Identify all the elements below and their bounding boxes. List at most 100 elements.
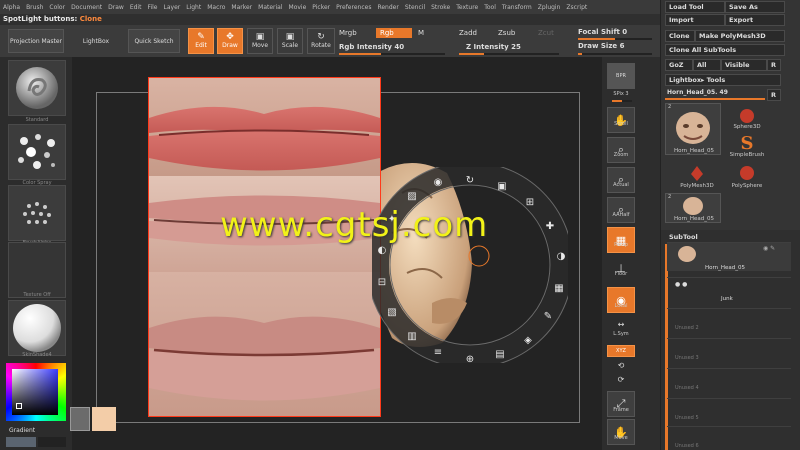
visible-button[interactable]: Visible [721, 59, 767, 71]
menu-edit[interactable]: Edit [130, 4, 142, 11]
lightbox-tools-button[interactable]: Lightbox▸ Tools [665, 74, 781, 86]
current-tool-slider[interactable]: Horn_Head_05. 49 [665, 88, 765, 100]
document-canvas[interactable]: ↻ ▣ ⊞ ✚ ◑ ▦ ✎ ◈ ▤ ⊕ ≡ ▥ ▧ ⊟ ◐ ✦ ▨ ◉ www.cgtsj.com [70, 57, 602, 450]
subtool-item-unused-4[interactable]: Unused 4 [667, 368, 791, 397]
subtool-item-unused-3[interactable]: Unused 3 [667, 338, 791, 367]
bpr-button[interactable]: BPR [607, 63, 635, 89]
floor-button[interactable]: ⊥ [607, 255, 635, 281]
tool-thumb-polymesh3d[interactable] [677, 164, 717, 182]
focal-shift-slider[interactable] [578, 38, 652, 40]
mrgb-button[interactable]: Mrgb [339, 29, 357, 37]
rgb-button[interactable]: Rgb [376, 28, 412, 38]
goz-button[interactable]: GoZ [665, 59, 693, 71]
material-thumbnail[interactable] [8, 300, 66, 356]
actual-button[interactable]: ⌕ [607, 167, 635, 193]
rgb-intensity-slider[interactable] [339, 53, 445, 55]
persp-button[interactable]: ▦ [607, 227, 635, 253]
svg-text:◉: ◉ [434, 177, 443, 188]
menu-macro[interactable]: Macro [207, 4, 225, 11]
export-button[interactable]: Export [725, 14, 785, 26]
color-picker[interactable] [6, 363, 66, 421]
clone-button[interactable]: Clone [665, 30, 695, 42]
subtool-item-unused-2[interactable]: Unused 2 [667, 308, 791, 337]
svg-text:▨: ▨ [407, 191, 416, 202]
draw-button[interactable]: ✥ Draw [217, 28, 243, 54]
menu-light[interactable]: Light [186, 4, 201, 11]
z-intensity-slider[interactable] [459, 53, 559, 55]
r-button[interactable]: R [767, 59, 781, 71]
menu-texture[interactable]: Texture [456, 4, 478, 11]
rotate-y-button[interactable]: ⟲ [607, 359, 635, 371]
secondary-color-swatch[interactable] [38, 437, 66, 447]
menu-preferences[interactable]: Preferences [336, 4, 371, 11]
menu-render[interactable]: Render [377, 4, 398, 11]
frame-button[interactable]: ⤢ [607, 391, 635, 417]
subtool-item-junk[interactable]: ● ● Junk [667, 277, 791, 306]
xyz-button[interactable]: XYZ [607, 345, 635, 357]
menu-zplugin[interactable]: Zplugin [538, 4, 561, 11]
menu-document[interactable]: Document [71, 4, 102, 11]
projection-master-button[interactable]: Projection Master [8, 29, 64, 53]
zsub-button[interactable]: Zsub [498, 29, 515, 37]
spotlight-wheel[interactable]: ↻▣⊞ ✚◑▦ ✎◈▤ ⊕≡▥ ▧⊟◐ ✦▨◉ [372, 167, 568, 363]
zcut-button[interactable]: Zcut [538, 29, 554, 37]
menu-transform[interactable]: Transform [502, 4, 532, 11]
move-view-button[interactable]: ✋ [607, 419, 635, 445]
menu-file[interactable]: File [147, 4, 157, 11]
m-button[interactable]: M [418, 29, 424, 37]
zoom-button[interactable]: ⌕ [607, 137, 635, 163]
import-button[interactable]: Import [665, 14, 725, 26]
quick-sketch-button[interactable]: Quick Sketch [128, 29, 180, 53]
make-polymesh-button[interactable]: Make PolyMesh3D [695, 30, 785, 42]
image-thumbnail-2[interactable] [92, 407, 116, 431]
lightbox-button[interactable]: LightBox [66, 29, 126, 53]
subtool-visibility-icon[interactable]: ◉ ✎ [763, 245, 775, 252]
zbrush-window: Alpha Brush Color Document Draw Edit Fil… [0, 0, 800, 450]
menu-draw[interactable]: Draw [108, 4, 124, 11]
menu-stencil[interactable]: Stencil [405, 4, 425, 11]
rotate-z-button[interactable]: ⟳ [607, 373, 635, 385]
menu-alpha[interactable]: Alpha [3, 4, 20, 11]
local-button[interactable]: ◉ [607, 287, 635, 313]
texture-thumbnail[interactable] [8, 242, 66, 298]
scroll-button[interactable]: ✋ [607, 107, 635, 133]
aahalf-button[interactable]: ⌕ [607, 197, 635, 223]
menu-movie[interactable]: Movie [289, 4, 307, 11]
notice-value: Clone [79, 15, 102, 23]
save-as-button[interactable]: Save As [725, 1, 785, 13]
tool-r-button[interactable]: R [767, 89, 781, 101]
tool-thumb-polysphere[interactable] [727, 164, 767, 182]
alpha-thumbnail[interactable] [8, 185, 66, 241]
lip-photographs [149, 78, 380, 416]
subtool-item-unused-5[interactable]: Unused 5 [667, 398, 791, 427]
menu-layer[interactable]: Layer [164, 4, 181, 11]
menu-stroke[interactable]: Stroke [431, 4, 450, 11]
load-tool-button[interactable]: Load Tool [665, 1, 725, 13]
tool-thumb-horn-head-2[interactable]: 2 Horn_Head_05 [665, 193, 721, 223]
menu-marker[interactable]: Marker [231, 4, 252, 11]
menu-zscript[interactable]: Zscript [566, 4, 587, 11]
subtool-item-horn-head[interactable]: Horn_Head_05 ◉ ✎ [667, 242, 791, 271]
tool-thumb-simplebrush[interactable]: S [727, 132, 767, 154]
zadd-button[interactable]: Zadd [459, 29, 477, 37]
clone-all-subtools-button[interactable]: Clone All SubTools [665, 44, 785, 56]
spix-slider[interactable] [612, 100, 632, 102]
image-thumbnail-1[interactable] [70, 407, 90, 431]
rotate-button[interactable]: ↻ Rotate [307, 28, 335, 54]
menu-brush[interactable]: Brush [26, 4, 43, 11]
brush-thumbnail[interactable] [8, 60, 66, 116]
all-button[interactable]: All [693, 59, 721, 71]
menu-tool[interactable]: Tool [484, 4, 496, 11]
stroke-thumbnail[interactable] [8, 124, 66, 180]
menu-picker[interactable]: Picker [312, 4, 330, 11]
tool-thumb-horn-head[interactable]: 2 Horn_Head_05 [665, 103, 721, 155]
scale-button[interactable]: ▣ Scale [277, 28, 303, 54]
main-color-swatch[interactable] [6, 437, 36, 447]
subtool-item-unused-6[interactable]: Unused 6 [667, 426, 791, 450]
menu-material[interactable]: Material [258, 4, 282, 11]
edit-button[interactable]: ✎ Edit [188, 28, 214, 54]
draw-size-slider[interactable] [578, 53, 652, 55]
menu-color[interactable]: Color [49, 4, 65, 11]
aahalf-label: AAHalf [612, 212, 630, 218]
move-button[interactable]: ▣ Move [247, 28, 273, 54]
